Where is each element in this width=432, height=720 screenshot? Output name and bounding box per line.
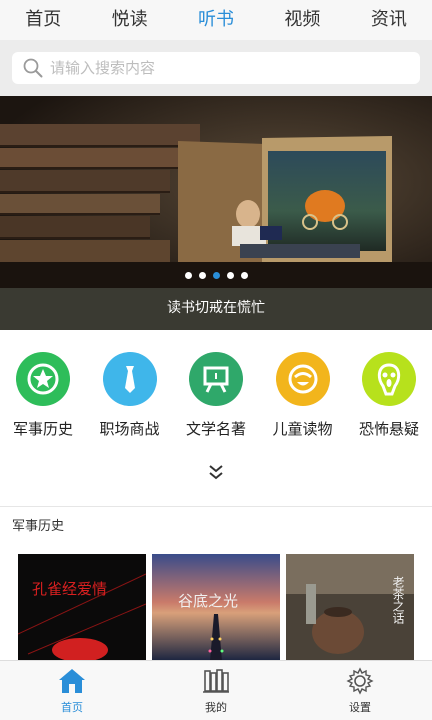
banner-caption: 读书切戒在慌忙	[0, 288, 432, 330]
book-section: 军事历史 孔雀经爱情 谷底之光 老茶之话	[0, 506, 432, 661]
nav-home[interactable]: 首页	[0, 661, 144, 720]
nav-settings[interactable]: 设置	[288, 661, 432, 720]
easel-icon	[189, 352, 243, 406]
book-list: 孔雀经爱情 谷底之光 老茶之话	[18, 554, 414, 661]
category-military-history[interactable]: 军事历史	[0, 352, 86, 439]
carousel-dot[interactable]	[226, 272, 234, 279]
section-title: 军事历史	[12, 519, 65, 534]
military-icon	[16, 352, 70, 406]
carousel-dots	[0, 272, 432, 279]
book-card[interactable]: 孔雀经爱情	[18, 554, 146, 661]
book-cover-title: 谷底之光	[178, 592, 238, 610]
category-children[interactable]: 儿童读物	[260, 352, 346, 439]
carousel-dot[interactable]	[240, 272, 248, 279]
tab-news[interactable]: 资讯	[346, 0, 432, 40]
category-label: 文学名著	[185, 420, 246, 438]
category-horror[interactable]: 恐怖悬疑	[346, 352, 432, 439]
category-workplace[interactable]: 职场商战	[87, 352, 173, 439]
tab-video[interactable]: 视频	[259, 0, 345, 40]
nav-mine[interactable]: 我的	[144, 661, 288, 720]
tie-icon	[102, 352, 157, 406]
scream-icon	[362, 352, 416, 406]
tab-audiobooks[interactable]: 听书	[173, 0, 259, 40]
search-area	[0, 40, 432, 96]
carousel-dot[interactable]	[184, 272, 192, 279]
top-tab-bar: 首页 悦读 听书 视频 资讯	[0, 0, 432, 40]
book-card[interactable]: 老茶之话	[286, 554, 414, 661]
carousel-dot-active[interactable]	[212, 272, 220, 279]
book-cover-title: 老茶之话	[391, 576, 405, 625]
tab-home[interactable]: 首页	[0, 0, 86, 40]
gear-icon	[346, 667, 374, 695]
book-cover-title: 孔雀经爱情	[32, 580, 107, 598]
nav-label: 首页	[61, 701, 83, 714]
category-label: 职场商战	[99, 420, 160, 438]
book-cover-image: 谷底之光	[152, 554, 280, 661]
category-classics[interactable]: 文学名著	[173, 352, 259, 439]
search-icon	[22, 57, 44, 79]
nav-label: 设置	[349, 701, 371, 714]
bottom-navigation: 首页 我的 设置	[0, 660, 432, 720]
banner-image	[0, 96, 432, 288]
search-input[interactable]	[50, 59, 420, 77]
tab-reading[interactable]: 悦读	[86, 0, 172, 40]
banner-carousel[interactable]: 读书切戒在慌忙	[0, 96, 432, 330]
home-icon	[59, 669, 85, 693]
category-grid: 军事历史 职场商战 文学名著 儿童读物 恐怖悬疑	[0, 330, 432, 506]
book-card[interactable]: 谷底之光	[152, 554, 280, 661]
book-cover-image: 老茶之话	[286, 554, 414, 661]
book-cover-image: 孔雀经爱情	[18, 554, 146, 661]
category-label: 儿童读物	[272, 420, 333, 438]
category-label: 恐怖悬疑	[358, 420, 419, 438]
category-label: 军事历史	[12, 420, 73, 438]
expand-chevron-icon[interactable]	[204, 462, 228, 484]
child-face-icon	[275, 352, 330, 406]
nav-label: 我的	[205, 701, 227, 714]
search-box[interactable]	[12, 52, 420, 84]
bookshelf-icon	[203, 669, 229, 693]
carousel-dot[interactable]	[198, 272, 206, 279]
